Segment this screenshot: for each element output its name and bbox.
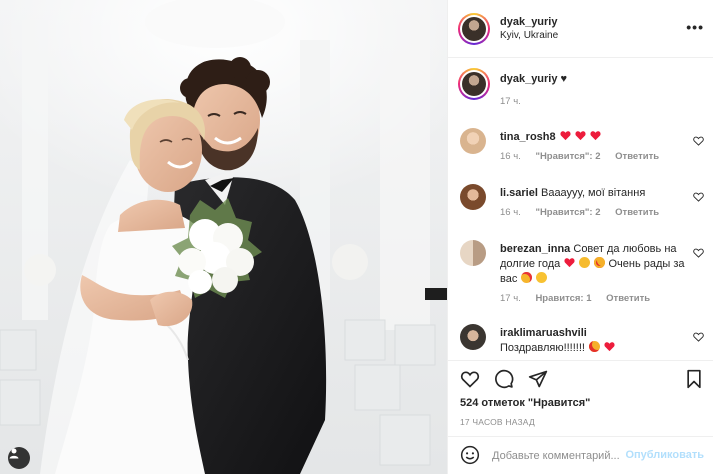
commenter-avatar[interactable]	[460, 240, 486, 266]
comment-text: Ваааууу, мої вітання	[540, 187, 646, 199]
post-timestamp[interactable]: 17 ЧАСОВ НАЗАД	[460, 417, 535, 427]
heart-eyes-emoji	[594, 257, 606, 268]
commenter-avatar[interactable]	[460, 128, 486, 154]
comment-likes[interactable]: Нравится: 1	[535, 293, 591, 304]
commenter-avatar[interactable]	[460, 324, 486, 350]
heart-icon[interactable]	[460, 369, 480, 389]
wedding-photo	[0, 0, 447, 474]
comment-time[interactable]: 17 ч.	[500, 293, 521, 304]
commenter-avatar[interactable]	[460, 184, 486, 210]
comments-list[interactable]: dyak_yuriy ♥ 17 ч. tina_rosh8 16 ч. "Нра…	[448, 58, 713, 360]
comment-username[interactable]: li.sariel	[500, 187, 538, 199]
likes-count[interactable]: 524 отметок "Нравится"	[460, 397, 590, 409]
author-username[interactable]: dyak_yuriy	[500, 16, 558, 28]
user-tag-button[interactable]	[8, 447, 30, 469]
red-heart-emoji	[590, 131, 601, 141]
red-heart-emoji	[564, 258, 575, 268]
post-location[interactable]: Kyiv, Ukraine	[500, 30, 558, 41]
comment-likes[interactable]: "Нравится": 2	[535, 207, 600, 218]
reply-button[interactable]: Ответить	[606, 293, 650, 304]
caption-avatar[interactable]	[458, 68, 490, 100]
caption-time[interactable]: 17 ч.	[500, 96, 521, 107]
comment-username[interactable]: iraklimaruashvili	[500, 327, 587, 339]
add-comment-input[interactable]	[492, 450, 622, 462]
emoji-button[interactable]	[460, 445, 480, 468]
comment-like-icon[interactable]	[693, 248, 704, 258]
post-header: dyak_yuriy Kyiv, Ukraine •••	[448, 0, 713, 58]
caption-text: ♥	[560, 73, 568, 85]
bookmark-icon[interactable]	[684, 369, 704, 389]
comment-time[interactable]: 16 ч.	[500, 151, 521, 162]
user-tag-icon	[9, 448, 19, 459]
add-comment-bar: Опубликовать	[448, 436, 713, 474]
post-photo[interactable]	[0, 0, 447, 474]
caption-username[interactable]: dyak_yuriy	[500, 73, 557, 85]
post-side-panel: dyak_yuriy Kyiv, Ukraine ••• dyak_yuriy …	[447, 0, 713, 474]
instagram-post: dyak_yuriy Kyiv, Ukraine ••• dyak_yuriy …	[0, 0, 713, 474]
clapping-hands-emoji	[579, 257, 591, 268]
comment-likes[interactable]: "Нравится": 2	[535, 151, 600, 162]
comment-username[interactable]: berezan_inna	[500, 243, 570, 255]
save-button[interactable]	[684, 369, 704, 392]
comment-icon[interactable]	[494, 369, 514, 389]
post-actions: 524 отметок "Нравится" 17 ЧАСОВ НАЗАД Оп…	[448, 360, 713, 474]
hugging-face-emoji	[536, 272, 548, 283]
red-heart-emoji	[560, 131, 571, 141]
smiley-icon	[460, 445, 480, 464]
profile-avatar-icon[interactable]	[458, 12, 490, 45]
share-icon[interactable]	[528, 369, 548, 389]
reply-button[interactable]: Ответить	[615, 207, 659, 218]
red-heart-emoji	[575, 131, 586, 141]
reply-button[interactable]: Ответить	[615, 151, 659, 162]
comment-like-icon[interactable]	[693, 192, 704, 202]
comment-time[interactable]: 16 ч.	[500, 207, 521, 218]
publish-button[interactable]: Опубликовать	[625, 449, 704, 461]
comment-like-icon[interactable]	[693, 332, 704, 342]
comment-like-icon[interactable]	[693, 136, 704, 146]
red-heart-emoji	[604, 342, 615, 352]
comment-text: Поздравляю!!!!!!!	[500, 342, 585, 354]
comment-username[interactable]: tina_rosh8	[500, 131, 556, 143]
more-options-icon[interactable]: •••	[686, 20, 704, 34]
smiling-hearts-emoji	[521, 272, 533, 283]
heart-eyes-emoji	[589, 341, 601, 352]
